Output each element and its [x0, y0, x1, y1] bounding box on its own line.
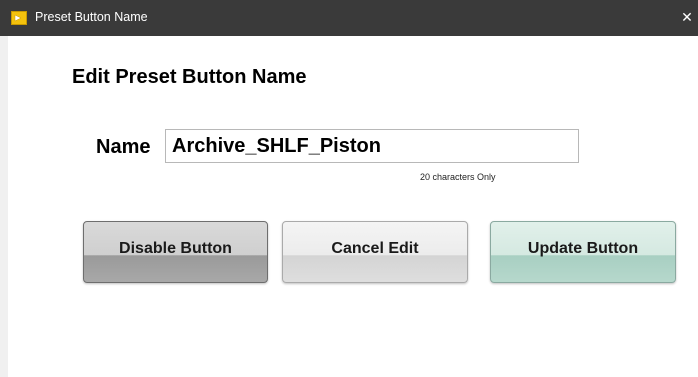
cancel-button[interactable]: Cancel Edit	[282, 221, 468, 283]
disable-button-label: Disable Button	[119, 240, 232, 257]
close-button[interactable]: ✕	[676, 0, 698, 36]
dialog-heading: Edit Preset Button Name	[72, 66, 307, 88]
update-button-label: Update Button	[527, 240, 639, 257]
cancel-button-label: Cancel Edit	[331, 240, 419, 257]
update-button[interactable]: Update Button	[490, 221, 676, 283]
name-input[interactable]	[165, 129, 579, 163]
dialog-window: Preset Button Name ✕ Edit Preset Button …	[0, 0, 698, 377]
app-icon	[11, 11, 27, 25]
character-limit-hint: 20 characters Only	[420, 172, 496, 182]
title-bar[interactable]: Preset Button Name ✕	[0, 0, 698, 36]
disable-button[interactable]: Disable Button	[83, 221, 268, 283]
window-title: Preset Button Name	[35, 10, 148, 24]
name-label: Name	[96, 136, 151, 158]
close-icon: ✕	[681, 10, 693, 26]
